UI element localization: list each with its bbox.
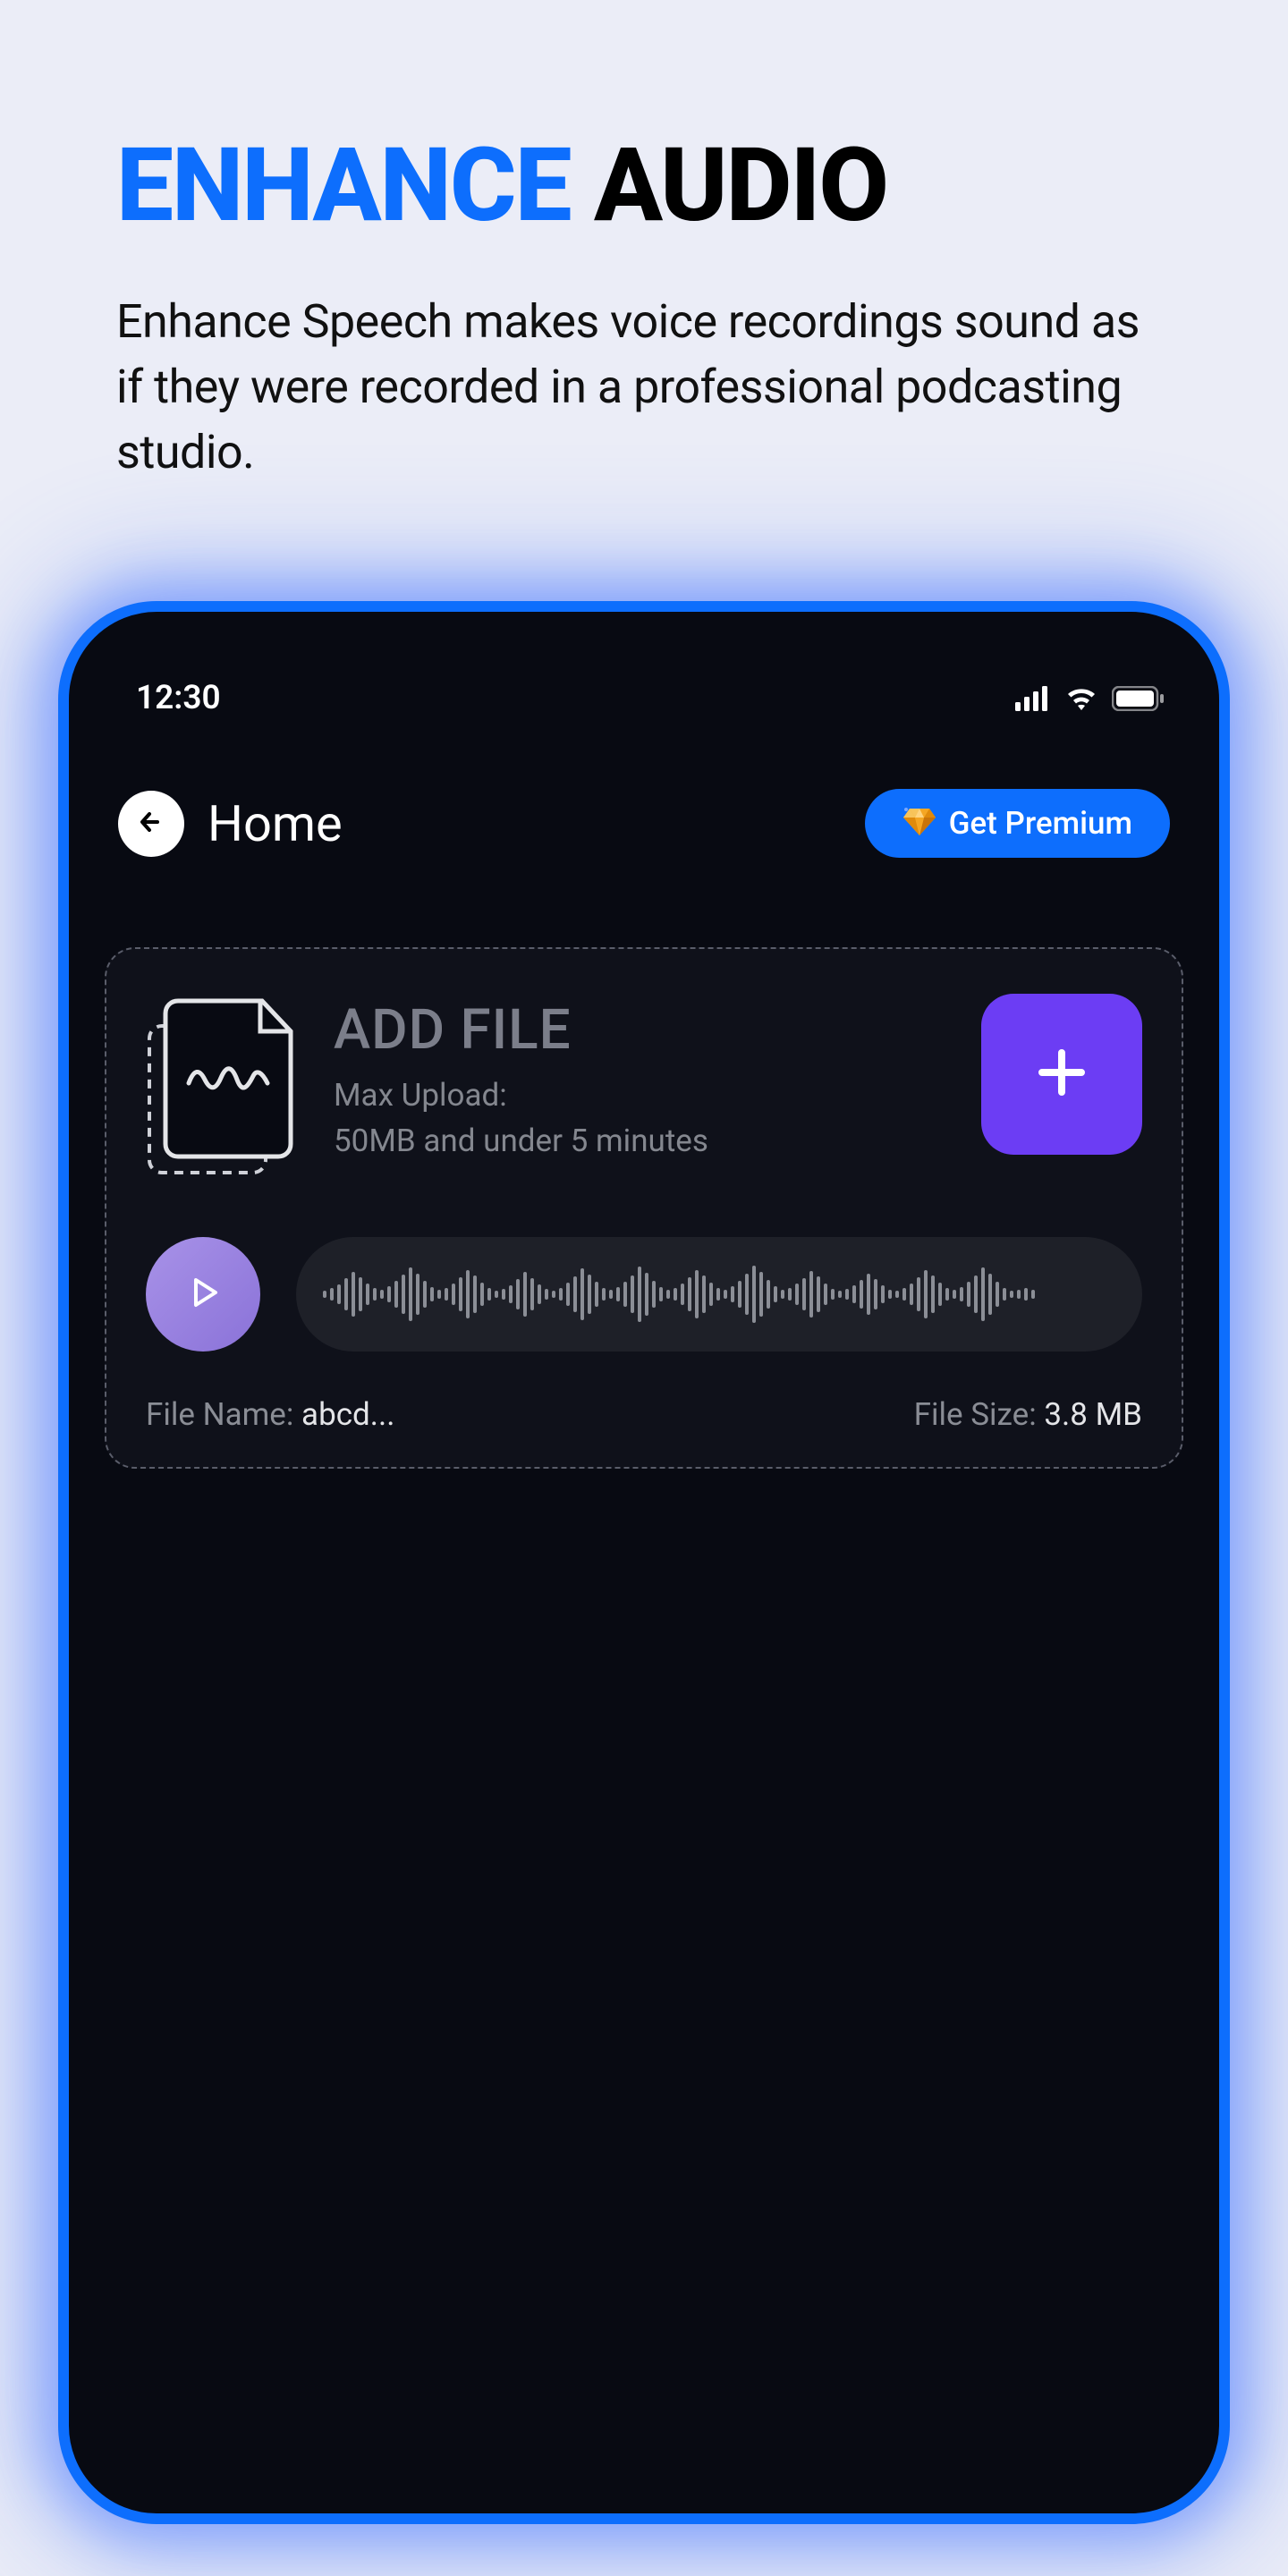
hero-title: ENHANCE AUDIO [116, 134, 1172, 236]
status-icons [1015, 685, 1165, 712]
waveform-icon [323, 1263, 1115, 1326]
upload-card: ADD FILE Max Upload: 50MB and under 5 mi… [105, 947, 1183, 1469]
status-time: 12:30 [136, 679, 221, 717]
app-header: Home Get [69, 735, 1219, 885]
get-premium-button[interactable]: Get Premium [865, 789, 1170, 858]
add-file-button[interactable] [981, 994, 1142, 1155]
phone-frame: 12:30 [58, 601, 1230, 2524]
file-meta-row: File Name: abcd... File Size: 3.8 MB [146, 1396, 1142, 1433]
header-left: Home [118, 791, 343, 857]
plus-icon [1033, 1044, 1090, 1105]
hero-section: ENHANCE AUDIO Enhance Speech makes voice… [0, 0, 1288, 530]
max-upload-value: 50MB and under 5 minutes [334, 1123, 708, 1159]
upload-text: ADD FILE Max Upload: 50MB and under 5 mi… [334, 994, 945, 1165]
file-audio-icon [146, 997, 298, 1180]
cellular-signal-icon [1015, 686, 1051, 711]
play-icon [182, 1271, 225, 1318]
phone-mockup: 12:30 [58, 601, 1230, 2524]
upload-limit: Max Upload: 50MB and under 5 minutes [334, 1073, 945, 1165]
diamond-icon [902, 807, 936, 841]
waveform-track[interactable] [296, 1237, 1142, 1352]
add-file-title: ADD FILE [334, 997, 945, 1063]
file-name: File Name: abcd... [146, 1396, 394, 1433]
file-name-label: File Name: [146, 1396, 301, 1433]
max-upload-label: Max Upload: [334, 1077, 507, 1114]
arrow-left-icon [134, 805, 168, 843]
hero-subtitle: Enhance Speech makes voice recordings so… [116, 290, 1172, 485]
back-button[interactable] [118, 791, 184, 857]
player-row [146, 1237, 1142, 1352]
battery-icon [1112, 686, 1165, 711]
file-size-label: File Size: [914, 1396, 1045, 1433]
hero-title-primary: ENHANCE [116, 125, 571, 245]
hero-title-secondary: AUDIO [594, 125, 887, 245]
wifi-icon [1063, 685, 1099, 712]
premium-label: Get Premium [949, 805, 1132, 842]
file-size: File Size: 3.8 MB [914, 1396, 1142, 1433]
upload-top-row: ADD FILE Max Upload: 50MB and under 5 mi… [146, 994, 1142, 1180]
file-size-value: 3.8 MB [1044, 1396, 1142, 1433]
status-bar: 12:30 [69, 612, 1219, 735]
play-button[interactable] [146, 1237, 260, 1352]
file-name-value: abcd... [301, 1396, 394, 1433]
page-title: Home [208, 794, 343, 853]
